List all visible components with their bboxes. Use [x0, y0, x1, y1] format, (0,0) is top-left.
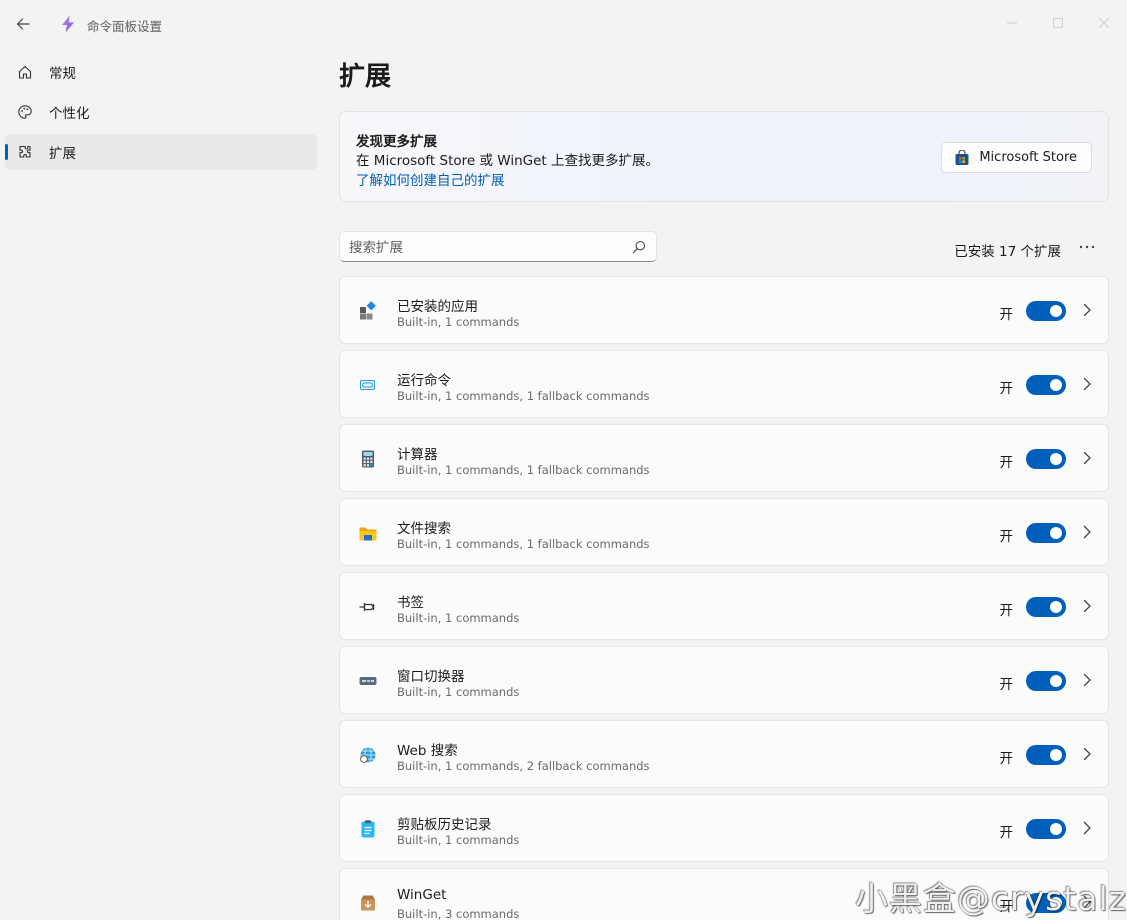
microsoft-store-label: Microsoft Store [979, 150, 1077, 165]
chevron-right-icon[interactable] [1082, 303, 1092, 317]
extension-row-run-command[interactable]: 运行命令 Built-in, 1 commands, 1 fallback co… [339, 350, 1109, 418]
toggle-state-label: 开 [999, 307, 1014, 323]
extension-name: 剪贴板历史记录 [397, 817, 492, 833]
microsoft-store-button[interactable]: Microsoft Store [941, 142, 1092, 173]
calculator-icon [362, 450, 374, 468]
back-arrow-icon [16, 18, 30, 30]
close-icon [1099, 18, 1109, 28]
back-button[interactable] [8, 10, 38, 38]
extension-meta: Built-in, 1 commands, 1 fallback command… [397, 463, 650, 477]
extension-toggle[interactable] [1026, 597, 1066, 617]
extension-toggle[interactable] [1026, 523, 1066, 543]
globe-search-icon [360, 747, 376, 763]
search-icon[interactable] [632, 240, 646, 254]
sidebar-item-extensions[interactable]: 扩展 [5, 134, 317, 170]
toggle-state-label: 开 [999, 603, 1014, 619]
window-controls [989, 0, 1127, 46]
extension-row-bookmarks[interactable]: 书签 Built-in, 1 commands 开 [339, 572, 1109, 640]
extension-row-window-walker[interactable]: 窗口切换器 Built-in, 1 commands 开 [339, 646, 1109, 714]
puzzle-icon [17, 144, 33, 160]
toggle-state-label: 开 [999, 677, 1014, 693]
chevron-right-icon[interactable] [1082, 451, 1092, 465]
extension-row-installed-apps[interactable]: 已安装的应用 Built-in, 1 commands 开 [339, 276, 1109, 344]
minimize-button[interactable] [989, 0, 1035, 46]
run-icon [359, 379, 376, 391]
extension-meta: Built-in, 1 commands [397, 315, 520, 329]
extension-name: Web 搜索 [397, 743, 458, 759]
home-icon [17, 64, 33, 80]
extension-meta: Built-in, 1 commands, 1 fallback command… [397, 537, 650, 551]
extensions-list: 已安装的应用 Built-in, 1 commands 开 运行命令 Built… [339, 276, 1109, 920]
sidebar-item-label: 个性化 [49, 106, 90, 122]
extension-row-file-search[interactable]: 文件搜索 Built-in, 1 commands, 1 fallback co… [339, 498, 1109, 566]
maximize-button[interactable] [1035, 0, 1081, 46]
extension-name: 已安装的应用 [397, 299, 478, 315]
minimize-icon [1007, 22, 1017, 24]
title-bar: 命令面板设置 [0, 0, 1127, 48]
extension-toggle[interactable] [1026, 375, 1066, 395]
package-icon [361, 895, 375, 911]
extension-row-clipboard-history[interactable]: 剪贴板历史记录 Built-in, 1 commands 开 [339, 794, 1109, 862]
apps-icon [360, 301, 376, 320]
settings-window: 命令面板设置 常规 个性化 扩展 扩展 发现更多扩展 在 Microsoft S… [0, 0, 1127, 920]
close-button[interactable] [1081, 0, 1127, 46]
sidebar-item-label: 常规 [49, 66, 76, 82]
extension-toggle[interactable] [1026, 671, 1066, 691]
chevron-right-icon[interactable] [1082, 821, 1092, 835]
more-dots-icon [1079, 245, 1095, 249]
toggle-state-label: 开 [999, 751, 1014, 767]
palette-icon [17, 104, 33, 120]
extension-meta: Built-in, 1 commands [397, 833, 520, 847]
extension-meta: Built-in, 1 commands, 2 fallback command… [397, 759, 650, 773]
chevron-right-icon[interactable] [1082, 747, 1092, 761]
extension-meta: Built-in, 1 commands, 1 fallback command… [397, 389, 650, 403]
chevron-right-icon[interactable] [1082, 599, 1092, 613]
installed-extensions-count: 已安装 17 个扩展 [954, 244, 1061, 260]
extension-meta: Built-in, 1 commands [397, 685, 520, 699]
extension-name: WinGet [397, 887, 447, 903]
discover-description: 在 Microsoft Store 或 WinGet 上查找更多扩展。 [356, 153, 659, 169]
chevron-right-icon[interactable] [1082, 525, 1092, 539]
toggle-state-label: 开 [999, 825, 1014, 841]
watermark: 小黑盒@crystalz [854, 879, 1127, 918]
chevron-right-icon[interactable] [1082, 377, 1092, 391]
discover-title: 发现更多扩展 [356, 134, 437, 150]
extension-meta: Built-in, 3 commands [397, 907, 520, 920]
extension-toggle[interactable] [1026, 819, 1066, 839]
chevron-right-icon[interactable] [1082, 673, 1092, 687]
toggle-state-label: 开 [999, 455, 1014, 471]
toggle-state-label: 开 [999, 381, 1014, 397]
extension-name: 运行命令 [397, 373, 451, 389]
extension-name: 窗口切换器 [397, 669, 465, 685]
learn-create-extension-link[interactable]: 了解如何创建自己的扩展 [356, 169, 505, 189]
sidebar: 常规 个性化 扩展 [5, 54, 317, 174]
extension-toggle[interactable] [1026, 301, 1066, 321]
folder-icon [359, 527, 377, 541]
extension-name: 书签 [397, 595, 424, 611]
more-options-button[interactable] [1075, 232, 1099, 262]
extension-toggle[interactable] [1026, 745, 1066, 765]
discover-extensions-card: 发现更多扩展 在 Microsoft Store 或 WinGet 上查找更多扩… [339, 111, 1109, 202]
extension-name: 计算器 [397, 447, 438, 463]
extension-row-web-search[interactable]: Web 搜索 Built-in, 1 commands, 2 fallback … [339, 720, 1109, 788]
maximize-icon [1053, 18, 1063, 28]
toggle-state-label: 开 [999, 529, 1014, 545]
microsoft-store-icon [955, 149, 969, 165]
sidebar-item-personalization[interactable]: 个性化 [5, 94, 317, 130]
window-switcher-icon [359, 677, 377, 685]
search-field[interactable] [339, 231, 657, 263]
clipboard-icon [361, 820, 375, 838]
extension-row-calculator[interactable]: 计算器 Built-in, 1 commands, 1 fallback com… [339, 424, 1109, 492]
command-palette-app-icon [62, 15, 74, 33]
window-title: 命令面板设置 [87, 19, 163, 34]
extension-meta: Built-in, 1 commands [397, 611, 520, 625]
page-title: 扩展 [339, 62, 392, 92]
sidebar-item-label: 扩展 [49, 146, 76, 162]
search-input[interactable] [340, 232, 631, 263]
extension-name: 文件搜索 [397, 521, 451, 537]
extension-toggle[interactable] [1026, 449, 1066, 469]
pin-icon [359, 603, 375, 611]
sidebar-item-general[interactable]: 常规 [5, 54, 317, 90]
